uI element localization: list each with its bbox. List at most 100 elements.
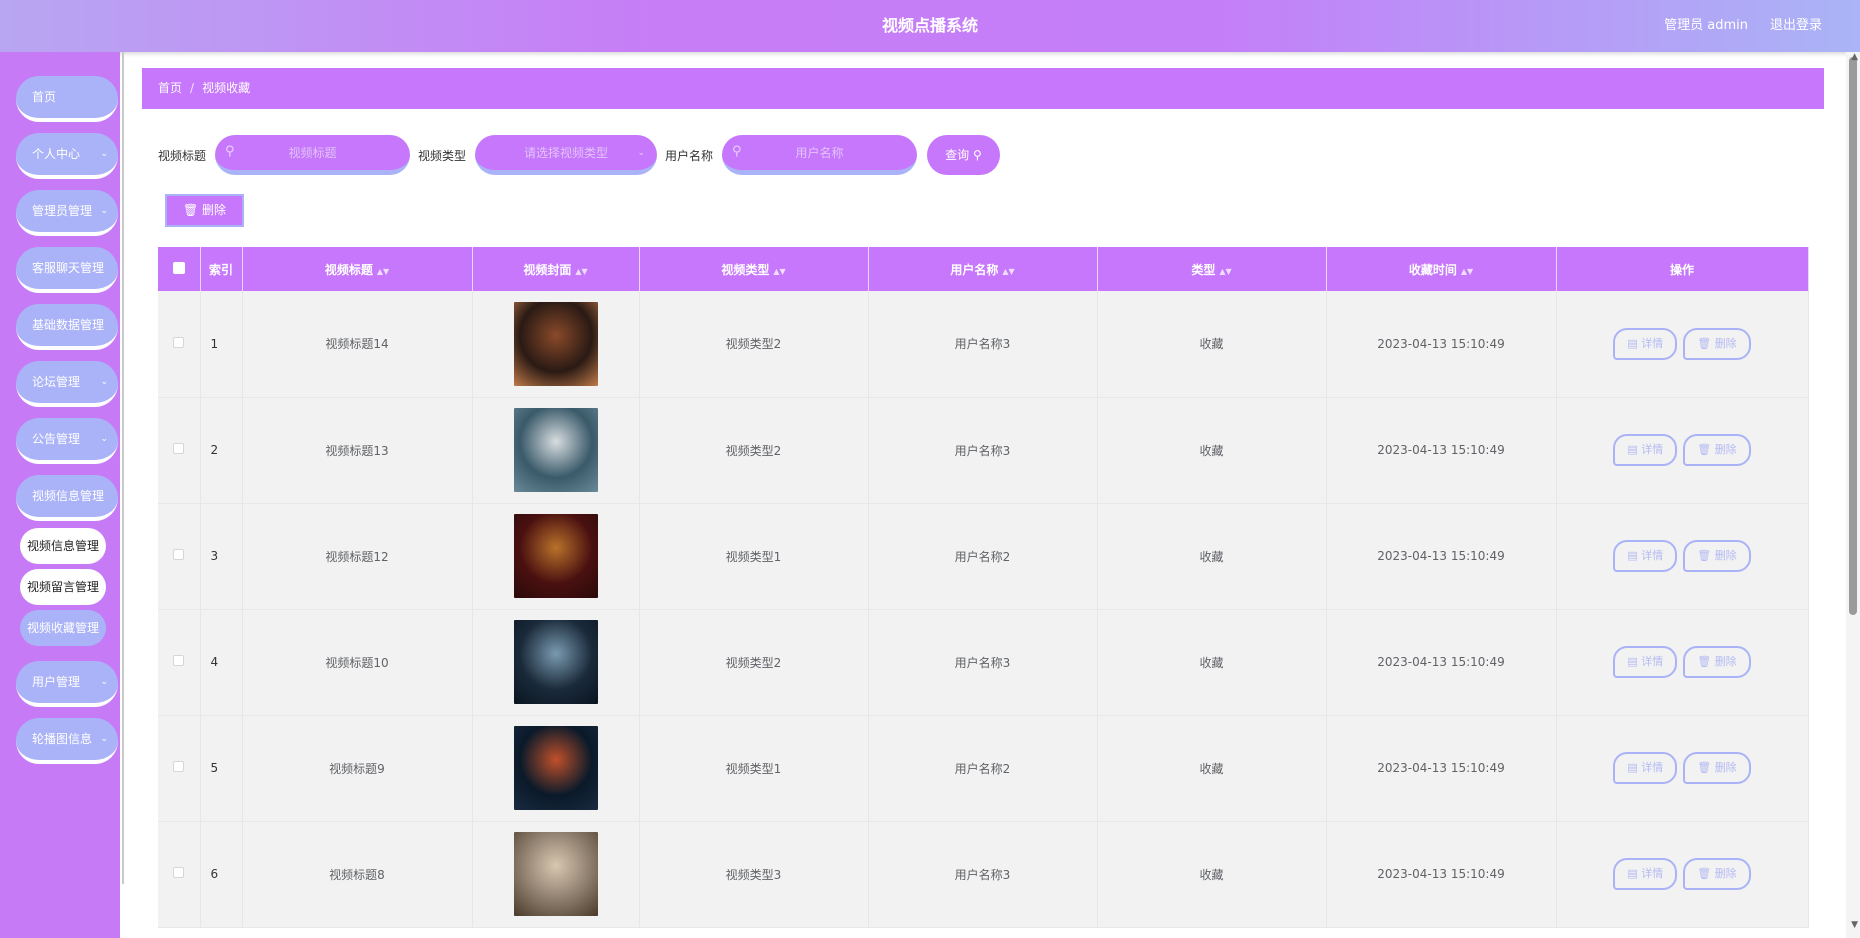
detail-button[interactable]: ▤ 详情 [1613,858,1678,890]
row-actions: ▤ 详情 🗑 删除 [1556,821,1809,928]
sort-icon[interactable]: ▲▼ [1461,267,1473,276]
top-header: 视频点播系统 管理员 admin 退出登录 [0,0,1860,52]
sidebar-item-home[interactable]: 首页 [16,76,118,122]
search-icon: ⚲ [973,148,982,162]
sidebar-item-basic-data[interactable]: 基础数据管理 [16,304,118,350]
document-icon: ▤ [1627,443,1638,456]
sidebar: 首页 个人中心 ⌄ 管理员管理 ⌄ 客服聊天管理 基础数据管理 论坛管理 ⌄ 公告管理… [0,52,120,938]
row-user: 用户名称3 [868,397,1098,504]
sidebar-item-label: 管理员管理 [32,204,93,218]
favorites-table: 索引 视频标题 ▲▼ 视频封面 ▲▼ 视频类型 ▲▼ 用户名称 ▲▼ 类型 ▲▼ 收藏时间… [158,247,1809,928]
column-header-label: 收藏时间 [1408,262,1457,277]
sidebar-subitem-video-favorites[interactable]: 视频收藏管理 [20,610,107,646]
scrollbar-thumb[interactable] [1849,57,1857,615]
detail-button[interactable]: ▤ 详情 [1613,646,1678,678]
column-header-title[interactable]: 视频标题 ▲▼ [242,247,473,291]
delete-label: 删除 [1714,443,1737,456]
chevron-down-icon: ⌄ [100,434,108,444]
chevron-down-icon: ⌄ [100,377,108,387]
scroll-down-arrow-icon[interactable]: ▼ [1851,920,1858,930]
row-kind: 收藏 [1097,397,1327,504]
logout-link[interactable]: 退出登录 [1770,0,1822,52]
detail-button[interactable]: ▤ 详情 [1613,434,1678,466]
row-cover-cell [472,397,640,504]
column-header-index: 索引 [200,247,243,291]
checkbox-icon [173,549,185,560]
document-icon: ▤ [1627,761,1638,774]
delete-button[interactable]: 🗑 删除 [1683,540,1751,572]
row-time: 2023-04-13 15:10:49 [1326,821,1557,928]
row-kind: 收藏 [1097,609,1327,716]
row-index: 4 [200,609,243,716]
sidebar-subitem-video-comments[interactable]: 视频留言管理 [20,569,107,605]
table-row: 2 视频标题13 视频类型2 用户名称3 收藏 2023-04-13 15:10… [158,397,1809,504]
sidebar-item-personal-center[interactable]: 个人中心 ⌄ [16,133,118,179]
sort-icon[interactable]: ▲▼ [773,267,785,276]
row-cover-cell [472,291,640,398]
sidebar-item-announcements[interactable]: 公告管理 ⌄ [16,418,118,464]
type-select[interactable]: 请选择视频类型 ⌄ [475,135,657,175]
detail-label: 详情 [1641,443,1664,456]
delete-button[interactable]: 🗑 删除 [1683,752,1751,784]
trash-icon: 🗑 [1697,443,1712,456]
delete-button[interactable]: 🗑 删除 [1683,646,1751,678]
table-row: 5 视频标题9 视频类型1 用户名称2 收藏 2023-04-13 15:10:… [158,715,1809,822]
select-all-checkbox[interactable] [158,247,201,291]
bulk-delete-button[interactable]: 🗑 删除 [165,194,244,227]
sort-icon[interactable]: ▲▼ [575,267,587,276]
column-header-label: 类型 [1191,262,1216,277]
breadcrumb-home[interactable]: 首页 [158,81,182,95]
admin-user-label: 管理员 admin [1664,18,1748,33]
chevron-down-icon: ⌄ [637,148,645,158]
row-time: 2023-04-13 15:10:49 [1326,609,1557,716]
sidebar-item-chat-management[interactable]: 客服聊天管理 [16,247,118,293]
row-user: 用户名称3 [868,821,1098,928]
query-button[interactable]: 查询 ⚲ [927,135,1000,175]
sort-icon[interactable]: ▲▼ [377,267,389,276]
detail-button[interactable]: ▤ 详情 [1613,752,1678,784]
delete-button[interactable]: 🗑 删除 [1683,327,1751,360]
sort-icon[interactable]: ▲▼ [1002,267,1014,276]
row-kind: 收藏 [1097,503,1327,610]
sidebar-item-label: 个人中心 [32,147,81,161]
video-cover-image[interactable] [513,514,598,598]
column-header-kind[interactable]: 类型 ▲▼ [1097,247,1327,291]
user-search-input[interactable]: ⚲ 用户名称 [722,135,917,175]
column-header-cover[interactable]: 视频封面 ▲▼ [472,247,640,291]
row-time: 2023-04-13 15:10:49 [1326,503,1557,610]
video-cover-image[interactable] [513,408,598,492]
sidebar-item-carousel[interactable]: 轮播图信息 ⌄ [16,718,118,764]
video-cover-image[interactable] [513,301,598,386]
row-checkbox[interactable] [158,715,201,822]
column-header-user[interactable]: 用户名称 ▲▼ [868,247,1098,291]
title-search-input[interactable]: ⚲ 视频标题 [215,135,410,175]
sidebar-subitem-label: 视频信息管理 [27,539,100,553]
sort-icon[interactable]: ▲▼ [1219,267,1231,276]
delete-button[interactable]: 🗑 删除 [1683,434,1751,466]
breadcrumb: 首页 / 视频收藏 [142,68,1824,109]
row-checkbox[interactable] [158,397,201,504]
row-checkbox[interactable] [158,609,201,716]
row-checkbox[interactable] [158,503,201,610]
sidebar-item-video-info[interactable]: 视频信息管理 [16,475,118,521]
video-cover-image[interactable] [513,726,598,810]
video-cover-image[interactable] [513,620,598,704]
sidebar-subitem-video-info[interactable]: 视频信息管理 [20,528,107,564]
scroll-up-arrow-icon[interactable]: ▲ [1851,52,1858,62]
row-video-type: 视频类型2 [639,609,869,716]
delete-button[interactable]: 🗑 删除 [1683,858,1751,890]
column-header-time[interactable]: 收藏时间 ▲▼ [1326,247,1557,291]
sidebar-item-user-management[interactable]: 用户管理 ⌄ [16,661,118,707]
app-title: 视频点播系统 [881,16,978,35]
row-checkbox[interactable] [158,821,201,928]
sidebar-item-admin-management[interactable]: 管理员管理 ⌄ [16,190,118,236]
video-cover-image[interactable] [513,832,598,916]
detail-button[interactable]: ▤ 详情 [1613,327,1678,360]
document-icon: ▤ [1627,867,1638,880]
column-header-video-type[interactable]: 视频类型 ▲▼ [639,247,869,291]
detail-button[interactable]: ▤ 详情 [1613,540,1678,572]
sidebar-item-forum[interactable]: 论坛管理 ⌄ [16,361,118,407]
trash-icon: 🗑 [182,203,199,217]
row-actions: ▤ 详情 🗑 删除 [1556,715,1809,822]
row-checkbox[interactable] [158,291,201,398]
